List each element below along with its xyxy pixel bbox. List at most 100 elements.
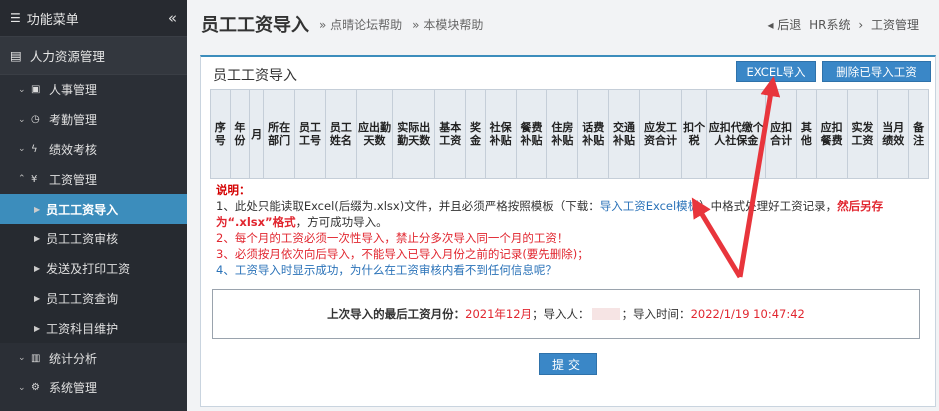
note-1-text-d: ，方可成功导入。 xyxy=(295,215,388,229)
sidebar-section-label: 人力资源管理 xyxy=(29,49,105,64)
table-header-cell: 应出勤天数 xyxy=(355,89,394,179)
note-3: 3、必须按月依次向后导入，不能导入已导入月份之前的记录(要先删除)； xyxy=(216,247,589,261)
importer-redacted xyxy=(591,308,620,320)
chevron-up-icon: ⌃ xyxy=(18,174,26,185)
table-header-cell: 实际出勤天数 xyxy=(392,89,436,179)
yen-icon: ¥ xyxy=(31,173,38,185)
page-title: 员工工资导入 xyxy=(201,15,309,36)
table-header-cell: 奖金 xyxy=(465,89,486,179)
sidebar-item-statistics[interactable]: ⌄ ▥ 统计分析 xyxy=(0,343,187,373)
clock-icon: ◷ xyxy=(31,114,40,126)
chevron-down-icon: ⌄ xyxy=(18,114,26,125)
note-1-text: 1、此处只能读取Excel(后缀为.xlsx)文件，并且必须严格按照模板（下载： xyxy=(216,199,600,213)
table-header-row: 序号 年份月所在部门 员工工号 员工姓名 应出勤天数 实际出勤天数 基本工资 奖金 社保补贴 餐费… xyxy=(210,89,929,179)
table-header-cell: 交通补贴 xyxy=(608,89,640,179)
table-header-cell: 所在部门 xyxy=(263,89,296,179)
sidebar-sub-salary-review[interactable]: ▶ 员工工资审核 xyxy=(0,223,187,254)
table-header-cell: 备注 xyxy=(908,89,929,179)
caret-right-icon: ▶ xyxy=(34,293,41,303)
page-header: 员工工资导入 » 点晴论坛帮助 » 本模块帮助 ◂ 后退 HR系统 › 工资管理 xyxy=(187,0,939,48)
notes-label: 说明： xyxy=(216,183,251,197)
table-header-cell: 员工工号 xyxy=(294,89,326,179)
sidebar-item-label: 人事管理 xyxy=(49,83,98,98)
forum-help-link[interactable]: » 点晴论坛帮助 xyxy=(319,16,402,33)
sidebar-item-label: 绩效考核 xyxy=(49,142,98,157)
sidebar-item-attendance[interactable]: ⌄ ◷ 考勤管理 xyxy=(0,105,187,135)
note-1-text-b: ）中格式处理好工资记录， xyxy=(699,199,838,213)
main-content: 员工工资导入 » 点晴论坛帮助 » 本模块帮助 ◂ 后退 HR系统 › 工资管理… xyxy=(187,0,939,411)
table-header-cell: 实发工资 xyxy=(846,89,879,179)
table-header-cell: 年份 xyxy=(229,89,251,179)
table-header-cell: 扣个税 xyxy=(681,89,708,179)
caret-right-icon: ▶ xyxy=(34,204,41,214)
sidebar-section-hr[interactable]: ▤ 人力资源管理 xyxy=(0,37,187,75)
panel-title: 员工工资导入 xyxy=(213,68,297,84)
sidebar: ☰ 功能菜单 « ▤ 人力资源管理 ⌄ ▣ 人事管理 ⌄ ◷ 考勤管理 ⌄ ϟ … xyxy=(0,0,187,411)
sidebar-item-personnel[interactable]: ⌄ ▣ 人事管理 xyxy=(0,75,187,105)
chevron-down-icon: ⌄ xyxy=(18,144,26,155)
breadcrumb-salary[interactable]: 工资管理 xyxy=(871,18,919,32)
last-month-value: 2021年12月 xyxy=(465,307,533,321)
bar-chart-icon: ▥ xyxy=(31,352,41,364)
chevron-down-icon: ⌄ xyxy=(18,84,26,95)
template-download-link[interactable]: 导入工资Excel模板 xyxy=(600,199,699,213)
instructions: 说明： 1、此处只能读取Excel(后缀为.xlsx)文件，并且必须严格按照模板… xyxy=(216,182,926,278)
sidebar-header: ☰ 功能菜单 « xyxy=(0,0,187,37)
breadcrumb: ◂ 后退 HR系统 › 工资管理 xyxy=(763,16,919,33)
collapse-icon[interactable]: « xyxy=(168,9,177,27)
table-header-cell: 餐费补贴 xyxy=(515,89,548,179)
import-time-label: ；导入时间： xyxy=(621,307,691,321)
sidebar-item-label: 系统管理 xyxy=(49,381,98,396)
chevron-down-icon: ⌄ xyxy=(18,382,26,393)
import-panel: 员工工资导入 EXCEL导入 删除已导入工资 序号 年份月所在部门 员工工号 员工姓名… xyxy=(200,55,936,407)
table-header-cell: 应扣代缴个人社保金 xyxy=(706,89,767,179)
caret-right-icon: ▶ xyxy=(34,323,41,333)
excel-import-button[interactable]: EXCEL导入 xyxy=(736,61,816,82)
import-time-value: 2022/1/19 10:47:42 xyxy=(690,307,805,321)
sidebar-sub-label: 发送及打印工资 xyxy=(46,262,131,277)
note-4-link[interactable]: 4、工资导入时显示成功，为什么在工资审核内看不到任何信息呢？ xyxy=(216,262,926,278)
sidebar-item-system[interactable]: ⌄ ⚙ 系统管理 xyxy=(0,373,187,403)
sidebar-sub-salary-items[interactable]: ▶ 工资科目维护 xyxy=(0,313,187,344)
id-card-icon: ▤ xyxy=(10,48,22,63)
table-header-cell: 序号 xyxy=(210,89,231,179)
back-link[interactable]: ◂ 后退 xyxy=(767,18,801,32)
sidebar-title: 功能菜单 xyxy=(26,12,79,28)
module-help-link[interactable]: » 本模块帮助 xyxy=(412,16,483,33)
note-1: 1、此处只能读取Excel(后缀为.xlsx)文件，并且必须严格按照模板（下载：… xyxy=(216,198,926,230)
sidebar-sub-salary-query[interactable]: ▶ 员工工资查询 xyxy=(0,283,187,314)
sidebar-item-label: 统计分析 xyxy=(49,351,98,366)
bolt-icon: ϟ xyxy=(31,143,38,155)
id-card-icon: ▣ xyxy=(31,84,41,96)
sidebar-sub-label: 员工工资查询 xyxy=(46,291,119,306)
note-2: 2、每个月的工资必须一次性导入，禁止分多次导入同一个月的工资！ xyxy=(216,231,569,245)
breadcrumb-hr[interactable]: HR系统 xyxy=(809,18,850,32)
table-header-cell: 员工姓名 xyxy=(324,89,357,179)
sidebar-sub-label: 员工工资审核 xyxy=(46,232,119,247)
sidebar-item-performance[interactable]: ⌄ ϟ 绩效考核 xyxy=(0,135,187,165)
last-import-info: 上次导入的最后工资月份： 2021年12月 ；导入人： ；导入时间： 2022/… xyxy=(212,289,920,339)
table-header-cell: 应扣餐费 xyxy=(815,89,848,179)
caret-right-icon: ▶ xyxy=(34,234,41,244)
table-header-cell: 应发工资合计 xyxy=(638,89,683,179)
chevron-down-icon: ⌄ xyxy=(18,353,26,364)
table-header-cell: 当月绩效 xyxy=(877,89,910,179)
sidebar-item-label: 工资管理 xyxy=(49,172,98,187)
salary-table: 序号 年份月所在部门 员工工号 员工姓名 应出勤天数 实际出勤天数 基本工资 奖金 社保补贴 餐费… xyxy=(210,89,929,179)
sidebar-item-salary[interactable]: ⌃ ¥ 工资管理 xyxy=(0,164,187,194)
delete-imported-button[interactable]: 删除已导入工资 xyxy=(822,61,931,82)
importer-label: ；导入人： xyxy=(532,307,590,321)
caret-right-icon: ▶ xyxy=(34,264,41,274)
submit-button[interactable]: 提交 xyxy=(539,353,597,375)
sidebar-sub-label: 工资科目维护 xyxy=(46,321,119,336)
sidebar-sub-label: 员工工资导入 xyxy=(46,202,119,217)
gear-icon: ⚙ xyxy=(31,382,40,394)
table-header-cell: 话费补贴 xyxy=(577,89,610,179)
menu-icon: ☰ xyxy=(10,11,21,25)
table-header-cell: 基本工资 xyxy=(434,89,467,179)
table-header-cell: 应扣合计 xyxy=(765,89,798,179)
table-header-cell: 月 xyxy=(249,89,265,179)
sidebar-sub-send-print[interactable]: ▶ 发送及打印工资 xyxy=(0,253,187,284)
sidebar-sub-salary-import[interactable]: ▶ 员工工资导入 xyxy=(0,194,187,224)
table-header-cell: 其他 xyxy=(796,89,817,179)
